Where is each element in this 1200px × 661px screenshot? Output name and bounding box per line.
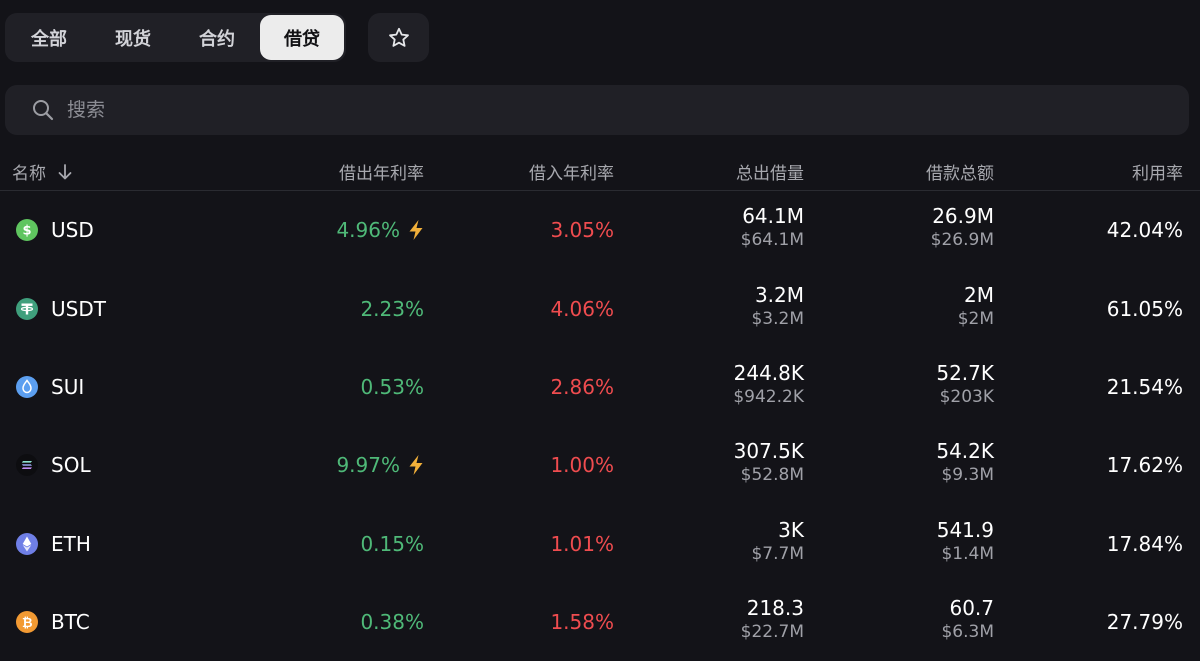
total-borrow-usd: $203K [939, 387, 994, 407]
lightning-icon [409, 455, 423, 475]
asset-symbol: BTC [51, 610, 90, 634]
lend-apr: 2.23% [360, 297, 424, 321]
total-borrow-usd: $6.3M [941, 622, 994, 642]
table-row[interactable]: ₿ BTC 0.38% 1.58% 218.3 $22.7M 60.7 $6.3… [0, 582, 1200, 660]
total-supply-usd: $7.7M [751, 544, 804, 564]
tab-lending[interactable]: 借贷 [260, 15, 344, 60]
total-supply-usd: $64.1M [740, 230, 804, 250]
asset-symbol: ETH [51, 532, 91, 556]
header-name: 名称 [12, 164, 46, 184]
total-supply: 218.3 [746, 596, 804, 620]
total-borrow: 541.9 [936, 518, 994, 542]
asset-symbol: SUI [51, 375, 85, 399]
header-total-supply[interactable]: 总出借量 [736, 159, 804, 184]
asset-symbol: USD [51, 218, 94, 242]
asset-symbol: USDT [51, 297, 106, 321]
utilization: 17.84% [1106, 532, 1183, 556]
utilization: 27.79% [1106, 610, 1183, 634]
total-borrow: 26.9M [932, 204, 994, 228]
total-supply: 3K [778, 518, 804, 542]
asset-symbol: SOL [51, 453, 91, 477]
search-icon [33, 100, 54, 121]
sort-by-name[interactable]: 名称 [12, 159, 73, 184]
lend-apr: 0.53% [360, 375, 424, 399]
eth-coin-icon [15, 532, 39, 556]
utilization: 61.05% [1106, 297, 1183, 321]
borrow-apr: 1.01% [550, 532, 614, 556]
table-row[interactable]: SUI 0.53% 2.86% 244.8K $942.2K 52.7K $20… [0, 347, 1200, 425]
header-total-borrow[interactable]: 借款总额 [926, 159, 994, 184]
total-supply-usd: $942.2K [733, 387, 804, 407]
table-row[interactable]: ETH 0.15% 1.01% 3K $7.7M 541.9 $1.4M 17.… [0, 504, 1200, 582]
table-row[interactable]: USDT 2.23% 4.06% 3.2M $3.2M 2M $2M 61.05… [0, 269, 1200, 347]
total-borrow: 54.2K [936, 439, 994, 463]
tab-futures[interactable]: 合约 [175, 15, 259, 60]
usdt-coin-icon [15, 297, 39, 321]
header-utilization[interactable]: 利用率 [1132, 159, 1183, 184]
total-borrow: 52.7K [936, 361, 994, 385]
usd-coin-icon: $ [15, 218, 39, 242]
header-borrow-apr[interactable]: 借入年利率 [529, 159, 614, 184]
total-borrow-usd: $1.4M [941, 544, 994, 564]
borrow-apr: 1.00% [550, 453, 614, 477]
table-header: 名称 借出年利率 借入年利率 总出借量 借款总额 利用率 [0, 150, 1200, 191]
lend-apr: 9.97% [336, 453, 400, 477]
sui-coin-icon [15, 375, 39, 399]
tab-all[interactable]: 全部 [7, 15, 91, 60]
lend-apr: 4.96% [336, 218, 400, 242]
lightning-icon [409, 220, 423, 240]
total-supply: 244.8K [733, 361, 804, 385]
star-icon [388, 27, 409, 47]
total-borrow: 2M [964, 283, 994, 307]
total-supply: 64.1M [742, 204, 804, 228]
header-lend-apr[interactable]: 借出年利率 [339, 159, 424, 184]
search-bar [5, 85, 1189, 135]
total-supply: 3.2M [754, 283, 804, 307]
btc-coin-icon: ₿ [15, 610, 39, 634]
total-borrow-usd: $26.9M [930, 230, 994, 250]
borrow-apr: 2.86% [550, 375, 614, 399]
table-row[interactable]: $ USD 4.96% 3.05% 64.1M $64.1M 26.9M $26… [0, 190, 1200, 268]
favorites-button[interactable] [368, 13, 429, 62]
borrow-apr: 4.06% [550, 297, 614, 321]
lend-apr: 0.15% [360, 532, 424, 556]
total-supply-usd: $22.7M [740, 622, 804, 642]
svg-text:$: $ [22, 224, 31, 239]
tab-spot[interactable]: 现货 [91, 15, 175, 60]
total-supply-usd: $52.8M [740, 465, 804, 485]
total-borrow-usd: $9.3M [941, 465, 994, 485]
sol-coin-icon [15, 453, 39, 477]
total-borrow-usd: $2M [957, 309, 994, 329]
borrow-market-page: 全部 现货 合约 借贷 名称 借出年利率 借入年利率 总出借量 借款总额 利用率 [0, 0, 1200, 661]
svg-text:₿: ₿ [22, 616, 33, 631]
arrow-down-icon [58, 163, 72, 179]
total-supply: 307.5K [733, 439, 804, 463]
utilization: 17.62% [1106, 453, 1183, 477]
market-tabs: 全部 现货 合约 借贷 [5, 13, 346, 62]
borrow-apr: 1.58% [550, 610, 614, 634]
total-borrow: 60.7 [949, 596, 994, 620]
lend-apr: 0.38% [360, 610, 424, 634]
utilization: 42.04% [1106, 218, 1183, 242]
total-supply-usd: $3.2M [751, 309, 804, 329]
utilization: 21.54% [1106, 375, 1183, 399]
table-row[interactable]: SOL 9.97% 1.00% 307.5K $52.8M 54.2K $9.3… [0, 425, 1200, 503]
borrow-apr: 3.05% [550, 218, 614, 242]
search-input[interactable] [67, 85, 1167, 135]
